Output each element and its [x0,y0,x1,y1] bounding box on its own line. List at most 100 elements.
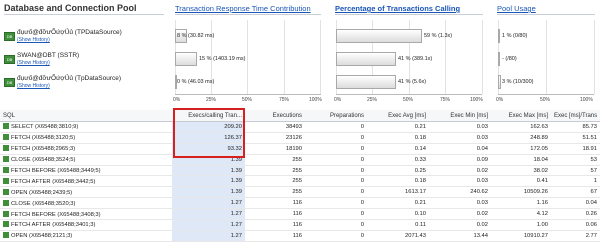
sql-table: SQL Execs/calling Tran... Executions Pre… [0,110,600,242]
table-row[interactable]: FETCH (X65488;3120;5) 126.37 23126 0 0.18 0.0… [0,132,600,144]
trt-bar-label: 8 % (30.82 ms) [177,33,215,39]
pool-bar-label: 3 % (10/300) [502,79,534,85]
datasource-name[interactable]: SWAN@DBT (SSTR) [17,52,79,59]
db-pool-summary: Database and Connection Pool Transaction… [0,0,600,108]
table-cell: 0.03 [429,175,491,188]
table-row[interactable]: FETCH BEFORE (X65488;3449;5) 1.39 255 0 0.25… [0,165,600,177]
table-cell: 255 [245,175,305,188]
table-cell: 0.04 [429,143,491,155]
database-icon: DB [4,55,15,64]
table-cell: 126.37 [172,132,245,144]
pool-usage-link[interactable]: Pool Usage [497,4,536,13]
sql-statement-icon [3,123,9,130]
table-cell: 1.27 [172,219,245,231]
sql-statement-cell: FETCH AFTER (X65488;3401;3) [0,219,172,231]
show-history-link[interactable]: (Show History) [17,60,50,66]
calling-underline [335,14,483,15]
sql-statement-label: CLOSE (X65488;3524;5) [11,157,76,164]
table-cell: 116 [245,219,305,231]
table-cell: 0.09 [429,154,491,166]
col-header-exec-min[interactable]: Exec Min [ms] [429,110,491,122]
trt-bar-label: 15 % (1403.19 ms) [199,56,246,62]
trt-bar-cell: 15 % (1403.19 ms) [175,52,321,66]
sql-statement-icon [3,167,9,173]
sql-statement-icon [3,232,9,239]
pool-bar-cell: - (/80) [498,52,594,66]
table-cell: 0.21 [367,121,429,133]
pool-underline [497,14,595,15]
table-cell: 0.03 [429,121,491,133]
table-cell: 248.89 [491,132,551,144]
table-header-row: SQL Execs/calling Tran... Executions Pre… [0,110,600,122]
table-cell: 4.12 [491,208,551,221]
pool-bar-label: - (/80) [502,56,517,62]
datasource-name[interactable]: đụưố@đỡưỐứợỦủ (TpDataSource) [17,75,121,82]
database-icon: DB [4,78,15,87]
table-row[interactable]: FETCH AFTER (X65488;3442;5) 1.39 255 0 0.18 0… [0,175,600,188]
table-cell: 0 [305,132,367,144]
table-cell: 23126 [245,132,305,144]
table-cell: 0.21 [367,197,429,210]
pct-transactions-calling-link[interactable]: Percentage of Transactions Calling [335,4,460,13]
col-header-execs-calling[interactable]: Execs/calling Tran... [172,110,245,122]
datasource-name[interactable]: đụưố@đỡưỐứợỦủ (TPDataSource) [17,29,122,36]
table-cell: 240.62 [429,186,491,199]
pool-bar-label: 1 % (0/80) [502,33,528,39]
show-history-link[interactable]: (Show History) [17,83,50,89]
col-header-exec-per-trans[interactable]: Exec [ms]/Trans [551,110,600,122]
axis-tick: 100% [309,97,322,103]
sql-statement-icon [3,210,9,217]
table-cell: 0.41 [491,175,551,188]
table-cell: 0.02 [429,219,491,231]
table-cell: 38493 [245,121,305,133]
sql-statement-icon [3,199,9,206]
table-cell: 1.39 [172,154,245,166]
table-cell: 116 [245,197,305,210]
table-cell: 53 [551,154,600,166]
table-cell: 0.25 [367,165,429,177]
sql-statement-cell: CLOSE (X65488;3524;5) [0,154,172,166]
trt-contribution-link[interactable]: Transaction Response Time Contribution [175,4,311,13]
table-row[interactable]: OPEN (X65488;2439;5) 1.39 255 0 1613.17 240.6… [0,186,600,199]
calling-bar-label: 41 % (389.1x) [398,56,433,62]
axis-tick: 25% [367,97,378,103]
col-header-executions[interactable]: Executions [245,110,305,122]
calling-bar-cell: 41 % (389.1x) [336,52,482,66]
section-title: Database and Connection Pool [4,3,137,13]
sql-statement-label: CLOSE (X65488;3520;3) [11,200,76,207]
table-row[interactable]: CLOSE (X65488;3524;5) 1.39 255 0 0.33 0.09 18.… [0,154,600,166]
table-row[interactable]: SELECT (X65488;3810;9) 209.20 38493 0 0.21 0.… [0,121,600,133]
col-header-sql[interactable]: SQL [0,110,172,122]
table-cell: 1.39 [172,175,245,188]
table-cell: 255 [245,186,305,199]
table-cell: 209.20 [172,121,245,133]
table-row[interactable]: FETCH BEFORE (X65488;3408;3) 1.27 116 0 0.10… [0,208,600,221]
col-header-preparations[interactable]: Preparations [305,110,367,122]
table-cell: 0.03 [429,132,491,144]
table-cell: 1.27 [172,197,245,210]
sql-statement-label: FETCH BEFORE (X65488;3449;5) [11,168,101,174]
calling-bar [336,29,423,43]
sql-statement-cell: CLOSE (X65488;3520;3) [0,197,172,210]
table-cell: 0 [305,197,367,210]
sql-statement-label: FETCH AFTER (X65488;3401;3) [11,222,96,229]
pool-bar [498,29,500,43]
calling-bar-cell: 59 % (1.3x) [336,29,482,43]
axis-tick: 100% [470,97,483,103]
table-cell: 0 [305,186,367,199]
table-cell: 0 [305,154,367,166]
datasource-row: DB đụưố@đỡưỐứợỦủ (TpDataSource) (Show Hi… [4,75,174,95]
axis-tick: 100% [580,97,593,103]
col-header-exec-avg[interactable]: Exec Avg [ms] [367,110,429,122]
calling-axis: 0% 25% 50% 75% 100% [334,94,483,103]
table-row[interactable]: CLOSE (X65488;3520;3) 1.27 116 0 0.21 0.03 1.1… [0,197,600,210]
table-cell: 1.39 [172,186,245,199]
table-row[interactable]: FETCH AFTER (X65488;3401;3) 1.27 116 0 0.11 0… [0,219,600,231]
table-cell: 162.63 [491,121,551,133]
table-cell: 57 [551,165,600,177]
show-history-link[interactable]: (Show History) [17,37,50,43]
table-row[interactable]: FETCH (X65488;2965;3) 93.32 18190 0 0.14 0.04… [0,143,600,155]
axis-tick: 0% [173,97,181,103]
col-header-exec-max[interactable]: Exec Max [ms] [491,110,551,122]
sql-statement-cell: SELECT (X65488;3810;9) [0,121,172,133]
